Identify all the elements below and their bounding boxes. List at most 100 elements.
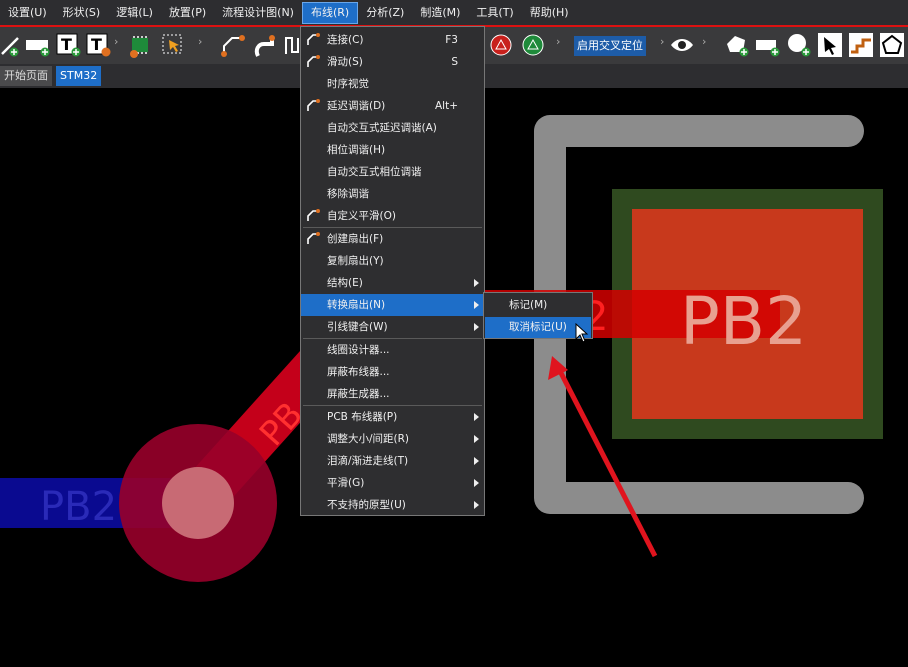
submenu-arrow-icon <box>474 479 479 487</box>
route-menu-item-8[interactable]: 自定义平滑(O) <box>301 205 484 227</box>
toolbar-overflow-icon[interactable]: › <box>114 35 118 48</box>
menu-bar: 设置(U) 形状(S) 逻辑(L) 放置(P) 流程设计图(N) 布线(R) 分析(Z) 制造… <box>0 0 908 27</box>
rectangle-tool-icon[interactable] <box>25 32 51 58</box>
menu-9[interactable]: 帮助(H) <box>522 2 577 24</box>
select-component-icon[interactable] <box>160 32 186 58</box>
route-menu-item-label: 屏蔽布线器... <box>327 366 390 378</box>
cross-probe-toggle[interactable]: 启用交叉定位 <box>574 36 646 56</box>
route-menu-item-shortcut: S <box>451 56 458 68</box>
submenu-arrow-icon <box>474 435 479 443</box>
route-menu-item-4[interactable]: 自动交互式延迟调谐(A) <box>301 117 484 139</box>
route-menu-item-label: 结构(E) <box>327 277 363 289</box>
toolbar-overflow-icon[interactable]: › <box>198 35 202 48</box>
slide-hand-icon[interactable] <box>252 32 278 58</box>
route-menu-item-label: 复制扇出(Y) <box>327 255 384 267</box>
svg-text:T: T <box>91 35 102 54</box>
pentagon-icon[interactable] <box>879 32 905 58</box>
submenu-item-mark[interactable]: 标记(M) <box>485 295 591 316</box>
route-menu-item-6[interactable]: 自动交互式相位调谐 <box>301 161 484 183</box>
tab-stm32[interactable]: STM32 <box>56 66 102 86</box>
fanout-icon <box>307 232 320 244</box>
route-menu-item-19[interactable]: 泪滴/渐进走线(T) <box>301 450 484 472</box>
connect-icon <box>307 33 320 45</box>
route-menu-item-20[interactable]: 平滑(G) <box>301 472 484 494</box>
route-menu-item-label: 创建扇出(F) <box>327 233 384 245</box>
route-menu-item-16[interactable]: 屏蔽生成器... <box>301 383 484 405</box>
route-menu-item-label: 相位调谐(H) <box>327 144 386 156</box>
net-label-blue: PB2 <box>40 484 117 530</box>
route-menu-item-14[interactable]: 线圈设计器... <box>301 339 484 361</box>
menu-5[interactable]: 布线(R) <box>301 1 359 24</box>
route-menu-item-18[interactable]: 调整大小/间距(R) <box>301 428 484 450</box>
submenu-arrow-icon <box>474 279 479 287</box>
toolbar-overflow-icon[interactable]: › <box>660 35 664 48</box>
submenu-arrow-icon <box>474 301 479 309</box>
slide-icon <box>307 55 320 67</box>
menu-1[interactable]: 形状(S) <box>55 2 109 24</box>
eye-icon[interactable] <box>669 32 695 58</box>
submenu-arrow-icon <box>474 323 479 331</box>
route-menu-item-10[interactable]: 复制扇出(Y) <box>301 250 484 272</box>
select-arrow-icon[interactable] <box>817 32 843 58</box>
route-menu-item-12[interactable]: 转换扇出(N) <box>301 294 484 316</box>
route-menu-item-label: 延迟调谐(D) <box>327 100 386 112</box>
route-menu-item-label: 连接(C) <box>327 34 364 46</box>
drc-green-icon[interactable] <box>520 32 546 58</box>
tab-start-page[interactable]: 开始页面 <box>0 66 52 86</box>
route-menu-item-9[interactable]: 创建扇出(F) <box>301 228 484 250</box>
delay-tune-icon <box>307 99 320 111</box>
menu-3[interactable]: 放置(P) <box>161 2 214 24</box>
route-menu-item-label: 滑动(S) <box>327 56 363 68</box>
route-menu-item-label: 线圈设计器... <box>327 344 390 356</box>
rect-add-icon[interactable] <box>755 32 781 58</box>
menu-8[interactable]: 工具(T) <box>468 2 521 24</box>
layer-stack-icon[interactable] <box>848 32 874 58</box>
route-menu-item-label: 自动交互式延迟调谐(A) <box>327 122 437 134</box>
menu-6[interactable]: 分析(Z) <box>358 2 412 24</box>
route-menu-item-label: 移除调谐 <box>327 188 369 200</box>
route-menu-item-label: 调整大小/间距(R) <box>327 433 410 445</box>
component-icon[interactable] <box>128 32 154 58</box>
route-menu-item-13[interactable]: 引线键合(W) <box>301 316 484 338</box>
toolbar-overflow-icon[interactable]: › <box>556 35 560 48</box>
pad-label: PB2 <box>680 283 807 360</box>
route-menu-item-label: 自定义平滑(O) <box>327 210 396 222</box>
route-menu-item-21[interactable]: 不支持的原型(U) <box>301 494 484 516</box>
route-menu-item-label: 转换扇出(N) <box>327 299 386 311</box>
route-icon[interactable] <box>220 32 246 58</box>
menu-0[interactable]: 设置(U) <box>0 2 55 24</box>
route-menu-item-label: 自动交互式相位调谐 <box>327 166 422 178</box>
route-menu-item-label: 平滑(G) <box>327 477 365 489</box>
submenu-arrow-icon <box>474 501 479 509</box>
submenu-arrow-icon <box>474 457 479 465</box>
custom-smooth-icon <box>307 209 320 221</box>
route-menu-item-1[interactable]: 滑动(S) S <box>301 51 484 73</box>
route-menu-item-label: 时序视觉 <box>327 78 369 90</box>
via-hole <box>162 467 234 539</box>
route-menu-dropdown: 连接(C) F3 滑动(S) S 时序视觉延迟调谐(D) Alt+ 自动交互式延迟调谐(A)… <box>300 26 485 516</box>
drc-red-icon[interactable] <box>488 32 514 58</box>
line-tool-icon[interactable] <box>0 32 26 58</box>
route-menu-item-0[interactable]: 连接(C) F3 <box>301 29 484 51</box>
circle-add-icon[interactable] <box>786 32 812 58</box>
route-menu-item-11[interactable]: 结构(E) <box>301 272 484 294</box>
route-menu-item-17[interactable]: PCB 布线器(P) <box>301 406 484 428</box>
submenu-arrow-icon <box>474 413 479 421</box>
route-menu-item-shortcut: Alt+ <box>434 100 458 112</box>
mouse-cursor-icon <box>575 323 589 343</box>
route-menu-item-2[interactable]: 时序视觉 <box>301 73 484 95</box>
text-tool-icon[interactable]: T <box>56 32 82 58</box>
menu-4[interactable]: 流程设计图(N) <box>214 2 302 24</box>
route-menu-item-15[interactable]: 屏蔽布线器... <box>301 361 484 383</box>
route-menu-item-3[interactable]: 延迟调谐(D) Alt+ <box>301 95 484 117</box>
menu-2[interactable]: 逻辑(L) <box>108 2 161 24</box>
route-menu-item-5[interactable]: 相位调谐(H) <box>301 139 484 161</box>
menu-7[interactable]: 制造(M) <box>412 2 468 24</box>
route-menu-item-7[interactable]: 移除调谐 <box>301 183 484 205</box>
text-edit-icon[interactable]: T <box>86 32 112 58</box>
route-menu-item-label: 不支持的原型(U) <box>327 499 406 511</box>
route-menu-item-shortcut: F3 <box>445 34 458 46</box>
toolbar-overflow-icon[interactable]: › <box>702 35 706 48</box>
route-menu-item-label: PCB 布线器(P) <box>327 411 398 423</box>
polygon-add-icon[interactable] <box>724 32 750 58</box>
